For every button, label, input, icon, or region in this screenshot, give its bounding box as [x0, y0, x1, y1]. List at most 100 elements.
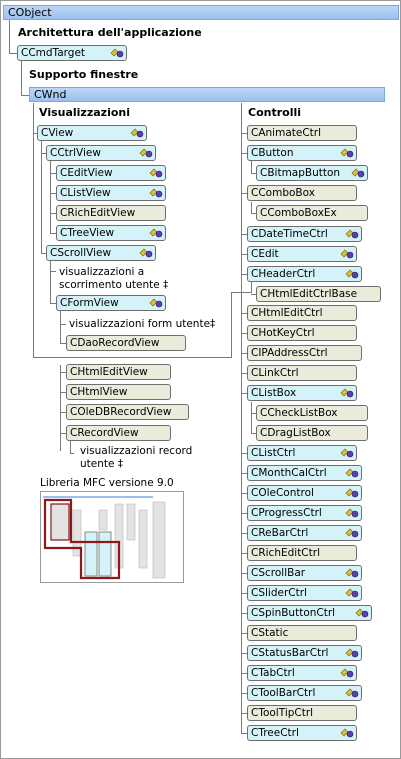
class-icon [149, 228, 163, 238]
control-class-label: CIPAddressCtrl [251, 347, 328, 359]
app-arch-header: Architettura dell'applicazione [18, 26, 202, 39]
ccmdtarget-label: CCmdTarget [21, 47, 86, 59]
control-class-box: CDateTimeCtrl [247, 226, 362, 242]
form-note: visualizzazioni form utente‡ [69, 318, 216, 330]
class-icon [351, 168, 365, 178]
control-class-box: CRichEditCtrl [247, 545, 357, 561]
control-class-box: CReBarCtrl [247, 525, 362, 541]
cview-box: CView [37, 125, 147, 141]
connector-line [21, 95, 29, 96]
class-icon [345, 688, 359, 698]
control-class-label: CCheckListBox [260, 407, 338, 419]
control-class-label: CMonthCalCtrl [251, 467, 327, 479]
connector-line [241, 673, 247, 674]
ctreeview-label: CTreeView [60, 227, 115, 239]
connector-line [70, 453, 74, 454]
connector-line [241, 593, 247, 594]
class-icon [149, 298, 163, 308]
control-class-label: CToolTipCtrl [251, 707, 314, 719]
chtmlview-label: CHtmlView [70, 386, 128, 398]
ceditview-label: CEditView [60, 167, 113, 179]
control-class-label: CRichEditCtrl [251, 547, 320, 559]
class-icon [110, 48, 124, 58]
control-class-label: CTreeCtrl [251, 727, 299, 739]
cctrlview-box: CCtrlView [46, 145, 156, 161]
record-note-line1: visualizzazioni record [80, 445, 193, 457]
control-class-label: CComboBox [251, 187, 315, 199]
class-icon [340, 448, 354, 458]
thumbnail-caption: Libreria MFC versione 9.0 [40, 477, 174, 489]
class-icon [345, 508, 359, 518]
ctreeview-box: CTreeView [56, 225, 166, 241]
connector-line [60, 324, 66, 325]
connector-line [50, 261, 51, 303]
connector-line [251, 402, 252, 434]
control-class-box: CHtmlEditCtrlBase [256, 286, 381, 302]
class-icon [340, 148, 354, 158]
connector-line [33, 103, 34, 357]
class-icon [355, 608, 369, 618]
control-class-box: CStatusBarCtrl [247, 645, 362, 661]
chtmlview-box: CHtmlView [66, 384, 171, 400]
cwnd-bar: CWnd [29, 87, 385, 102]
control-class-label: CComboBoxEx [260, 207, 337, 219]
connector-line [251, 173, 256, 174]
record-note-line2: utente ‡ [80, 458, 124, 470]
control-class-label: CTabCtrl [251, 667, 295, 679]
coledbrecordview-box: COleDBRecordView [66, 404, 189, 420]
cdaorecordview-label: CDaoRecordView [70, 337, 160, 349]
connector-line [241, 353, 247, 354]
cdaorecordview-box: CDaoRecordView [66, 335, 186, 351]
thumbnail-map [43, 496, 166, 580]
connector-line [60, 365, 61, 451]
control-class-label: CBitmapButton [260, 167, 341, 179]
connector-line [9, 53, 17, 54]
control-class-box: CComboBox [247, 185, 357, 201]
class-icon [345, 568, 359, 578]
control-class-label: CToolBarCtrl [251, 687, 316, 699]
coledbrecordview-label: COleDBRecordView [70, 406, 172, 418]
connector-line [241, 573, 247, 574]
control-class-box: CComboBoxEx [256, 205, 368, 221]
connector-line [241, 733, 247, 734]
control-class-box: CTreeCtrl [247, 725, 357, 741]
class-icon [345, 648, 359, 658]
control-class-box: CListCtrl [247, 445, 357, 461]
connector-line [241, 493, 247, 494]
crecordview-label: CRecordView [70, 427, 139, 439]
chtmleditview-box: CHtmlEditView [66, 364, 171, 380]
control-class-box: CIPAddressCtrl [247, 345, 362, 361]
control-class-box: CHtmlEditCtrl [247, 305, 357, 321]
class-icon [149, 168, 163, 178]
control-class-label: CLinkCtrl [251, 367, 299, 379]
connector-line [241, 693, 247, 694]
class-icon [139, 148, 153, 158]
control-class-label: CHeaderCtrl [251, 268, 316, 280]
class-icon [345, 588, 359, 598]
control-class-box: CMonthCalCtrl [247, 465, 362, 481]
control-class-box: CToolBarCtrl [247, 685, 362, 701]
control-class-label: COleControl [251, 487, 314, 499]
connector-line [241, 333, 247, 334]
connector-line [241, 393, 247, 394]
connector-line [241, 553, 247, 554]
ceditview-box: CEditView [56, 165, 166, 181]
ccmdtarget-box: CCmdTarget [17, 45, 127, 61]
connector-line [251, 294, 256, 295]
control-class-label: CSliderCtrl [251, 587, 307, 599]
connector-line [241, 473, 247, 474]
hierarchy-thumbnail [40, 491, 184, 583]
cformview-box: CFormView [56, 295, 166, 311]
control-class-label: CButton [251, 147, 294, 159]
connector-line [241, 633, 247, 634]
connector-line [251, 413, 256, 414]
control-class-box: CBitmapButton [256, 165, 368, 181]
control-class-box: CLinkCtrl [247, 365, 357, 381]
class-icon [345, 269, 359, 279]
connector-line [70, 441, 71, 453]
class-icon [149, 188, 163, 198]
class-icon [340, 388, 354, 398]
connector-line [241, 613, 247, 614]
connector-line [9, 20, 10, 54]
control-class-box: CHeaderCtrl [247, 266, 362, 282]
